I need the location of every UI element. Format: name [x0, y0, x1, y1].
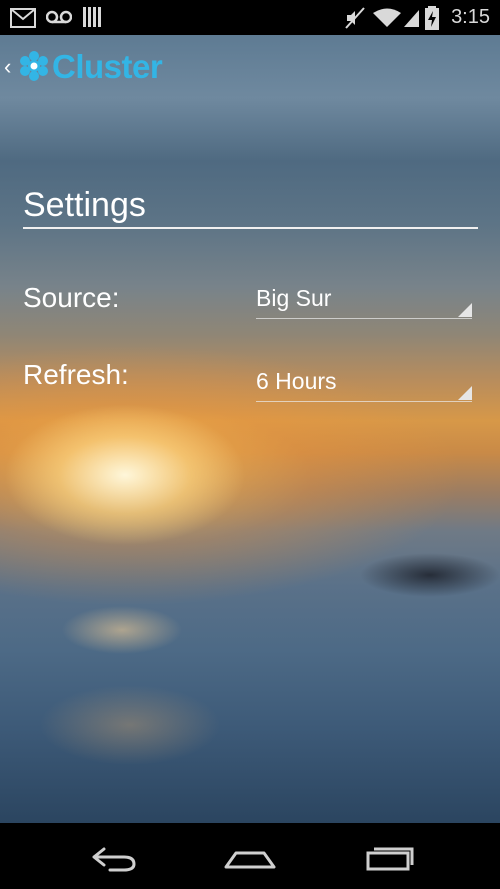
source-spinner-value: Big Sur	[256, 285, 332, 311]
signal-bars-icon	[83, 7, 101, 27]
status-time: 3:15	[451, 6, 490, 28]
refresh-spinner[interactable]: 6 Hours	[256, 366, 472, 402]
status-bar: 3:15	[0, 0, 500, 35]
blurred-sunset-wallpaper	[0, 35, 500, 823]
spinner-dropdown-icon	[458, 303, 472, 317]
cell-signal-icon	[404, 10, 419, 27]
back-icon[interactable]	[80, 837, 140, 877]
battery-charging-icon	[425, 6, 439, 30]
up-navigation-chevron-icon[interactable]: ‹	[4, 56, 11, 78]
refresh-spinner-value: 6 Hours	[256, 368, 337, 394]
source-label: Source:	[23, 282, 120, 313]
gmail-icon	[10, 8, 36, 28]
app-title[interactable]: Cluster	[52, 48, 163, 86]
spinner-dropdown-icon	[458, 386, 472, 400]
spinner-underline	[256, 401, 472, 402]
home-icon[interactable]	[220, 837, 280, 877]
mute-icon	[345, 7, 365, 29]
cluster-logo-icon[interactable]	[18, 50, 50, 82]
wifi-icon	[373, 8, 401, 27]
recent-apps-icon[interactable]	[360, 837, 420, 877]
source-spinner[interactable]: Big Sur	[256, 283, 472, 319]
spinner-underline	[256, 318, 472, 319]
settings-divider	[23, 227, 478, 229]
refresh-label: Refresh:	[23, 359, 129, 390]
voicemail-icon	[46, 10, 72, 24]
navigation-bar	[0, 823, 500, 889]
settings-title: Settings	[23, 186, 146, 224]
